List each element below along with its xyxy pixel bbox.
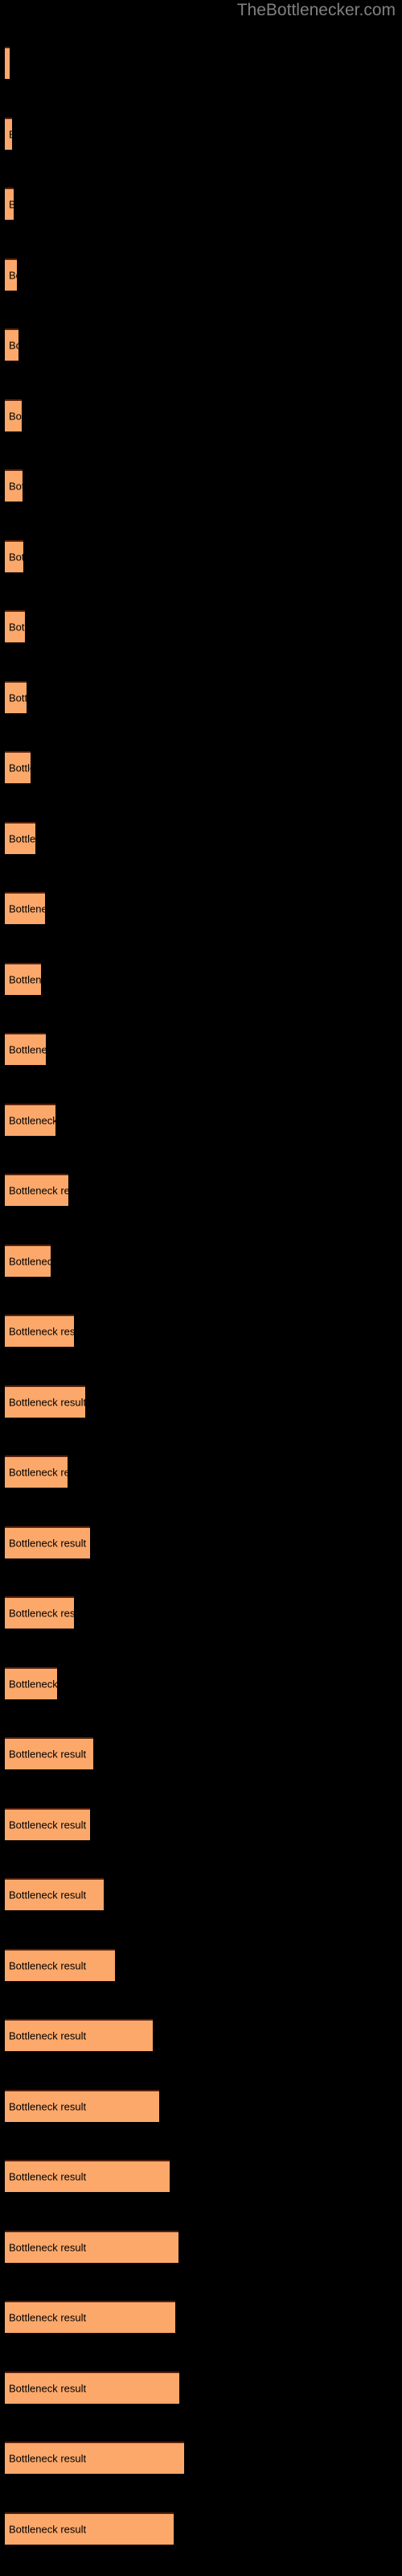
bar: Bottleneck result xyxy=(5,469,23,502)
bar-label: Bottleneck result xyxy=(9,551,23,564)
bar: Bottleneck result xyxy=(5,1033,46,1065)
bar: Bottleneck result xyxy=(5,2019,153,2051)
bar-label: Bottleneck result xyxy=(9,973,41,986)
bar-label: Bottleneck result xyxy=(9,1325,74,1338)
bar-label: Bottleneck result xyxy=(9,832,35,845)
bar-label: Bottleneck result xyxy=(9,410,22,423)
bar: Bottleneck result xyxy=(5,1245,51,1277)
bar-label: Bottleneck result xyxy=(9,2100,87,2113)
bar-label: Bottleneck result xyxy=(9,621,25,634)
bar-label: Bottleneck result xyxy=(9,269,17,282)
bar: Bottleneck result xyxy=(5,2231,178,2263)
bar-label: Bottleneck result xyxy=(9,1114,55,1127)
bar-label: Bottleneck result xyxy=(9,1466,68,1479)
bar: Bottleneck result xyxy=(5,892,45,924)
bar-label: Bottleneck result xyxy=(9,58,10,70)
bar-label: Bottleneck result xyxy=(9,762,31,774)
bar-label: Bottleneck result xyxy=(9,1959,87,1972)
bar-label: Bottleneck result xyxy=(9,1396,85,1409)
bar: Bottleneck result xyxy=(5,540,23,572)
bar-label: Bottleneck result xyxy=(9,902,45,915)
bar: Bottleneck result xyxy=(5,399,22,431)
bar: Bottleneck result xyxy=(5,328,18,361)
bar-label: Bottleneck result xyxy=(9,129,12,141)
chart-page: TheBottlenecker.com Bottleneck resultBot… xyxy=(0,0,402,2576)
bar-label: Bottleneck result xyxy=(9,2241,87,2254)
bar: Bottleneck result xyxy=(5,1596,74,1629)
bar: Bottleneck result xyxy=(5,2512,174,2545)
bar-label: Bottleneck result xyxy=(9,1043,46,1056)
bar-label: Bottleneck result xyxy=(9,1678,57,1690)
bar: Bottleneck result xyxy=(5,2090,159,2122)
bar-label: Bottleneck result xyxy=(9,1889,87,1901)
bar-label: Bottleneck result xyxy=(9,2452,87,2465)
bar: Bottleneck result xyxy=(5,2372,179,2404)
bar: Bottleneck result xyxy=(5,47,10,79)
bar: Bottleneck result xyxy=(5,681,27,713)
bar: Bottleneck result xyxy=(5,1104,55,1136)
bar-label: Bottleneck result xyxy=(9,199,14,211)
bar-label: Bottleneck result xyxy=(9,1537,87,1550)
bar-label: Bottleneck result xyxy=(9,2029,87,2042)
bar: Bottleneck result xyxy=(5,258,17,291)
bar: Bottleneck result xyxy=(5,1949,115,1981)
bar-label: Bottleneck result xyxy=(9,1184,68,1197)
bar: Bottleneck result xyxy=(5,1737,93,1769)
bar-label: Bottleneck result xyxy=(9,1607,74,1620)
bar: Bottleneck result xyxy=(5,822,35,854)
bar-label: Bottleneck result xyxy=(9,1255,51,1268)
horizontal-bar-chart: Bottleneck result Bottleneck result Bottle… xyxy=(0,0,402,2576)
bar-label: Bottleneck result xyxy=(9,1748,87,1761)
bar: Bottleneck result xyxy=(5,1174,68,1206)
bar-label: Bottleneck result xyxy=(9,339,18,352)
bar: Bottleneck result xyxy=(5,1878,104,1910)
bar-label: Bottleneck result xyxy=(9,691,27,704)
bar: Bottleneck result xyxy=(5,1315,74,1347)
bar: Bottleneck result xyxy=(5,2301,175,2333)
bar: Bottleneck result xyxy=(5,2442,184,2474)
bar-label: Bottleneck result xyxy=(9,2382,87,2395)
bar: Bottleneck result xyxy=(5,1385,85,1418)
bar: Bottleneck result xyxy=(5,1667,57,1699)
bar: Bottleneck result xyxy=(5,610,25,642)
bar: Bottleneck result xyxy=(5,118,12,150)
bar: Bottleneck result xyxy=(5,963,41,995)
bar: Bottleneck result xyxy=(5,188,14,220)
bar-label: Bottleneck result xyxy=(9,1818,87,1831)
bar: Bottleneck result xyxy=(5,1526,90,1558)
bar: Bottleneck result xyxy=(5,2160,170,2192)
bar-label: Bottleneck result xyxy=(9,480,23,493)
bar-label: Bottleneck result xyxy=(9,2311,87,2324)
bar: Bottleneck result xyxy=(5,751,31,783)
bar-label: Bottleneck result xyxy=(9,2523,87,2536)
bar: Bottleneck result xyxy=(5,1808,90,1840)
bar: Bottleneck result xyxy=(5,1455,68,1488)
bar-label: Bottleneck result xyxy=(9,2170,87,2183)
